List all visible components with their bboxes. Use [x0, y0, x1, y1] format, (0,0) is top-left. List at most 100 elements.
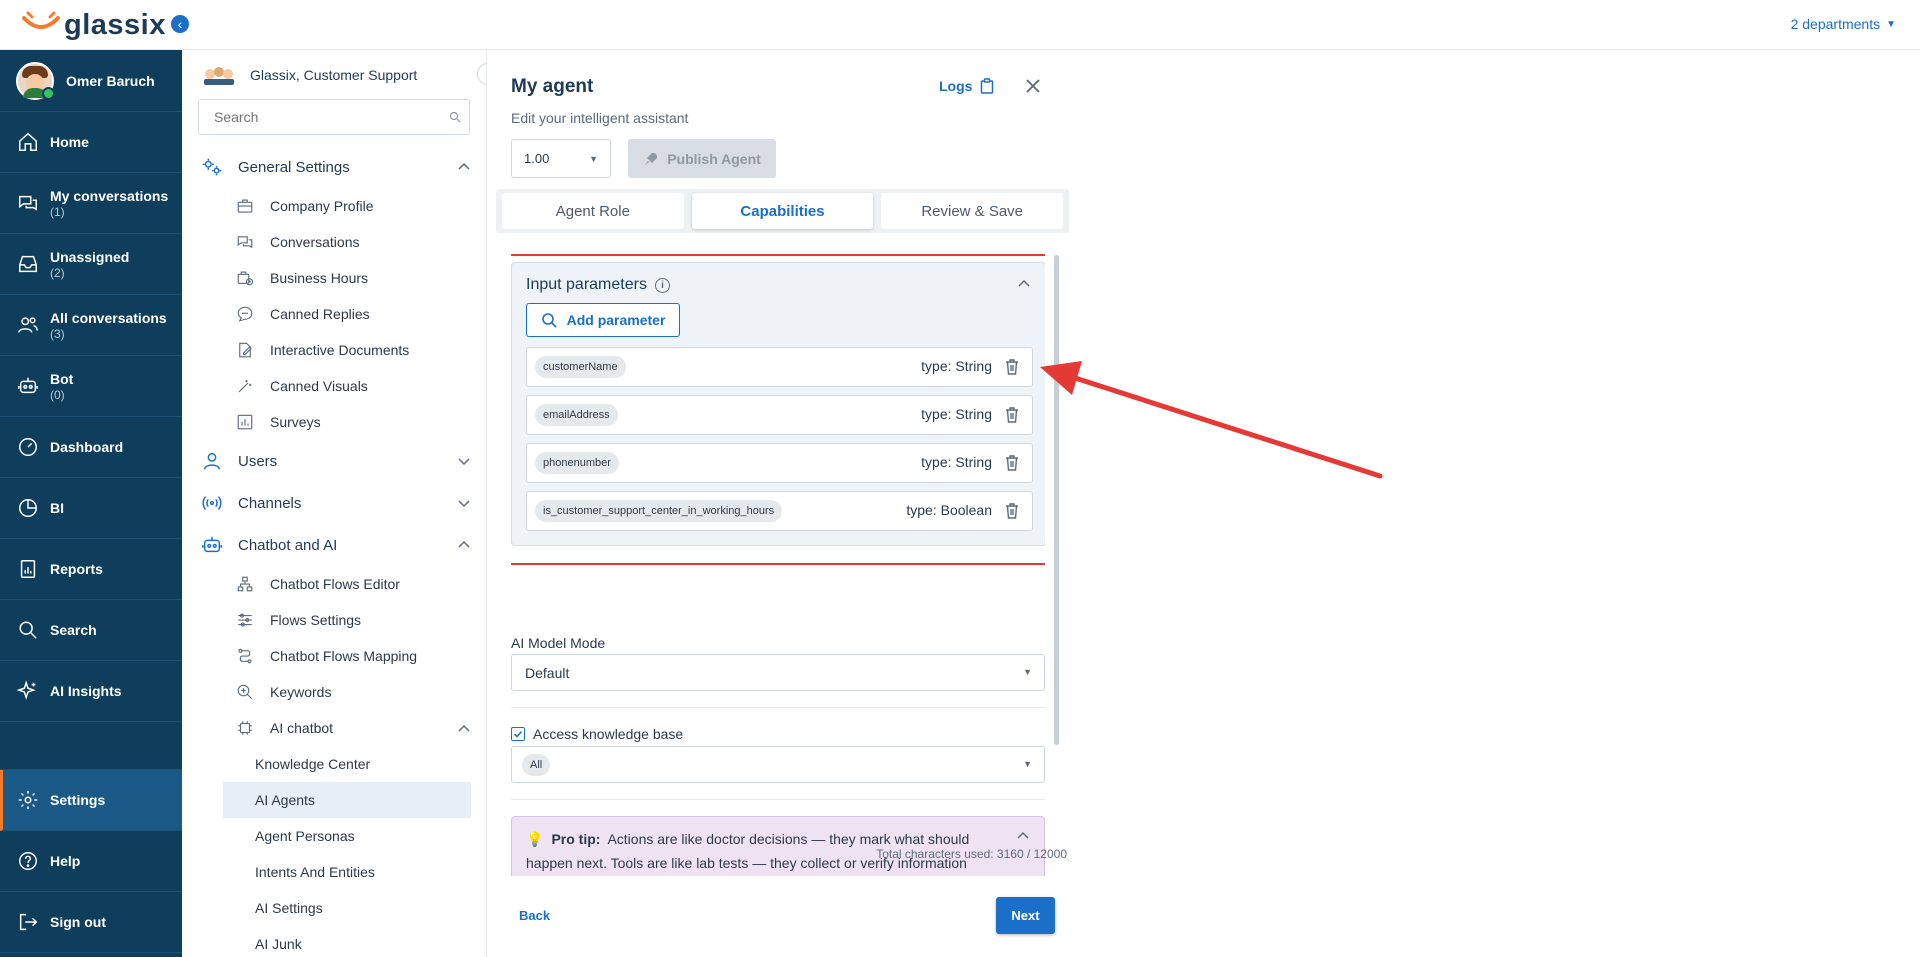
nav-label: Reports	[50, 560, 103, 577]
section-users[interactable]: Users	[182, 440, 486, 482]
magic-wand-icon	[234, 375, 256, 397]
departments-dropdown[interactable]: 2 departments ▼	[1791, 16, 1896, 32]
sub-item-conversations[interactable]: Conversations	[182, 224, 486, 260]
sub-item-label: Keywords	[270, 684, 332, 700]
parameter-row[interactable]: phonenumber type: String	[526, 443, 1033, 483]
settings-search-input[interactable]	[198, 99, 470, 135]
help-circle-icon	[16, 849, 40, 873]
users-group-icon	[16, 313, 40, 337]
section-general-settings[interactable]: General Settings	[182, 146, 486, 188]
nav-item-ai-insights[interactable]: AI Insights	[0, 661, 182, 722]
zoom-plus-icon	[234, 681, 256, 703]
nav-item-unassigned[interactable]: Unassigned (2)	[0, 234, 182, 295]
nav-count: (3)	[50, 326, 65, 341]
ai-model-mode-label: AI Model Mode	[511, 635, 606, 651]
nav-item-home[interactable]: Home	[0, 112, 182, 173]
checkbox-checked-icon	[511, 727, 525, 741]
ai-item-ai-junk[interactable]: AI Junk	[182, 926, 486, 957]
add-parameter-label: Add parameter	[566, 312, 666, 328]
version-select[interactable]: 1.00 ▼	[511, 139, 611, 178]
chevron-up-icon	[458, 540, 470, 548]
caret-down-icon: ▼	[589, 153, 598, 164]
sparkles-icon	[16, 679, 40, 703]
inbox-icon	[16, 252, 40, 276]
user-profile[interactable]: Omer Baruch	[0, 50, 182, 112]
characters-used: Total characters used: 3160 / 12000	[876, 847, 1067, 861]
nav-item-my-conversations[interactable]: My conversations (1)	[0, 173, 182, 234]
collapse-nav-button[interactable]: ‹	[169, 13, 191, 35]
nav-item-reports[interactable]: Reports	[0, 539, 182, 600]
publish-agent-button[interactable]: Publish Agent	[628, 139, 776, 178]
ai-item-knowledge-center[interactable]: Knowledge Center	[182, 746, 486, 782]
nav-item-bot[interactable]: Bot (0)	[0, 356, 182, 417]
scrollbar[interactable]	[1054, 255, 1059, 745]
section-chatbot-and-ai[interactable]: Chatbot and AI	[182, 524, 486, 566]
ai-item-ai-settings[interactable]: AI Settings	[182, 890, 486, 926]
info-icon[interactable]: i	[654, 277, 670, 293]
lightbulb-icon: 💡	[526, 831, 544, 847]
sub-item-surveys[interactable]: Surveys	[182, 404, 486, 440]
sub-item-label: AI chatbot	[270, 720, 334, 736]
close-icon[interactable]	[1023, 76, 1043, 96]
tab-capabilities[interactable]: Capabilities	[691, 193, 874, 229]
back-button[interactable]: Back	[519, 908, 550, 923]
nav-label: Bot	[50, 370, 74, 387]
section-channels[interactable]: Channels	[182, 482, 486, 524]
section-label: General Settings	[238, 158, 350, 176]
pie-chart-icon	[16, 496, 40, 520]
parameter-row[interactable]: is_customer_support_center_in_working_ho…	[526, 491, 1033, 531]
knowledge-base-select[interactable]: All ▼	[511, 746, 1045, 783]
trash-icon[interactable]	[1004, 358, 1020, 376]
ai-item-agent-personas[interactable]: Agent Personas	[182, 818, 486, 854]
online-status-icon	[42, 86, 55, 100]
sub-item-company-profile[interactable]: Company Profile	[182, 188, 486, 224]
access-knowledge-base-checkbox[interactable]: Access knowledge base	[511, 726, 683, 742]
sub-item-label: Business Hours	[270, 270, 369, 286]
nav-item-help[interactable]: Help	[0, 831, 182, 892]
chevron-up-icon[interactable]	[1017, 277, 1031, 291]
chevron-down-icon	[458, 500, 470, 508]
sub-item-interactive-documents[interactable]: Interactive Documents	[182, 332, 486, 368]
ai-model-mode-select[interactable]: Default ▼	[511, 654, 1045, 691]
document-edit-icon	[234, 339, 256, 361]
nav-item-all-conversations[interactable]: All conversations (3)	[0, 295, 182, 356]
nav-count: (1)	[50, 204, 65, 219]
trash-icon[interactable]	[1004, 502, 1020, 520]
glassix-logo[interactable]: glassix	[20, 8, 166, 42]
tab-agent-role[interactable]: Agent Role	[502, 193, 684, 229]
nav-item-sign-out[interactable]: Sign out	[0, 892, 182, 953]
section-label: Channels	[238, 494, 302, 512]
logs-label: Logs	[939, 78, 973, 94]
nav-item-dashboard[interactable]: Dashboard	[0, 417, 182, 478]
sub-item-chatbot-flows-editor[interactable]: Chatbot Flows Editor	[182, 566, 486, 602]
nav-item-search[interactable]: Search	[0, 600, 182, 661]
add-parameter-button[interactable]: Add parameter	[526, 303, 680, 337]
nav-item-settings[interactable]: Settings	[0, 770, 182, 831]
sub-item-ai-chatbot[interactable]: AI chatbot	[182, 710, 486, 746]
parameter-row[interactable]: customerName type: String	[526, 347, 1033, 387]
ai-item-ai-agents[interactable]: AI Agents	[223, 782, 471, 818]
sub-item-canned-visuals[interactable]: Canned Visuals	[182, 368, 486, 404]
sub-item-business-hours[interactable]: Business Hours	[182, 260, 486, 296]
nav-item-bi[interactable]: BI	[0, 478, 182, 539]
nav-count: (2)	[50, 265, 65, 280]
sub-item-label: Chatbot Flows Mapping	[270, 648, 418, 664]
sub-item-canned-replies[interactable]: Canned Replies	[182, 296, 486, 332]
parameter-row[interactable]: emailAddress type: String	[526, 395, 1033, 435]
sub-item-chatbot-flows-mapping[interactable]: Chatbot Flows Mapping	[182, 638, 486, 674]
sub-item-flows-settings[interactable]: Flows Settings	[182, 602, 486, 638]
next-button[interactable]: Next	[996, 897, 1055, 934]
access-knowledge-base-label: Access knowledge base	[533, 726, 684, 742]
tab-review-and-save[interactable]: Review & Save	[881, 193, 1064, 229]
top-header: glassix ‹ 2 departments ▼	[0, 0, 1920, 50]
trash-icon[interactable]	[1004, 454, 1020, 472]
ai-item-intents-and-entities[interactable]: Intents And Entities	[182, 854, 486, 890]
trash-icon[interactable]	[1004, 406, 1020, 424]
page-title: My agent	[511, 76, 594, 97]
chevron-up-icon[interactable]	[1016, 829, 1030, 843]
logs-button[interactable]: Logs	[939, 78, 994, 94]
nav-label: Settings	[50, 791, 106, 808]
sub-item-keywords[interactable]: Keywords	[182, 674, 486, 710]
collapse-settings-button[interactable]: ‹	[477, 63, 486, 85]
input-parameters-label: Input parameters	[526, 276, 647, 293]
